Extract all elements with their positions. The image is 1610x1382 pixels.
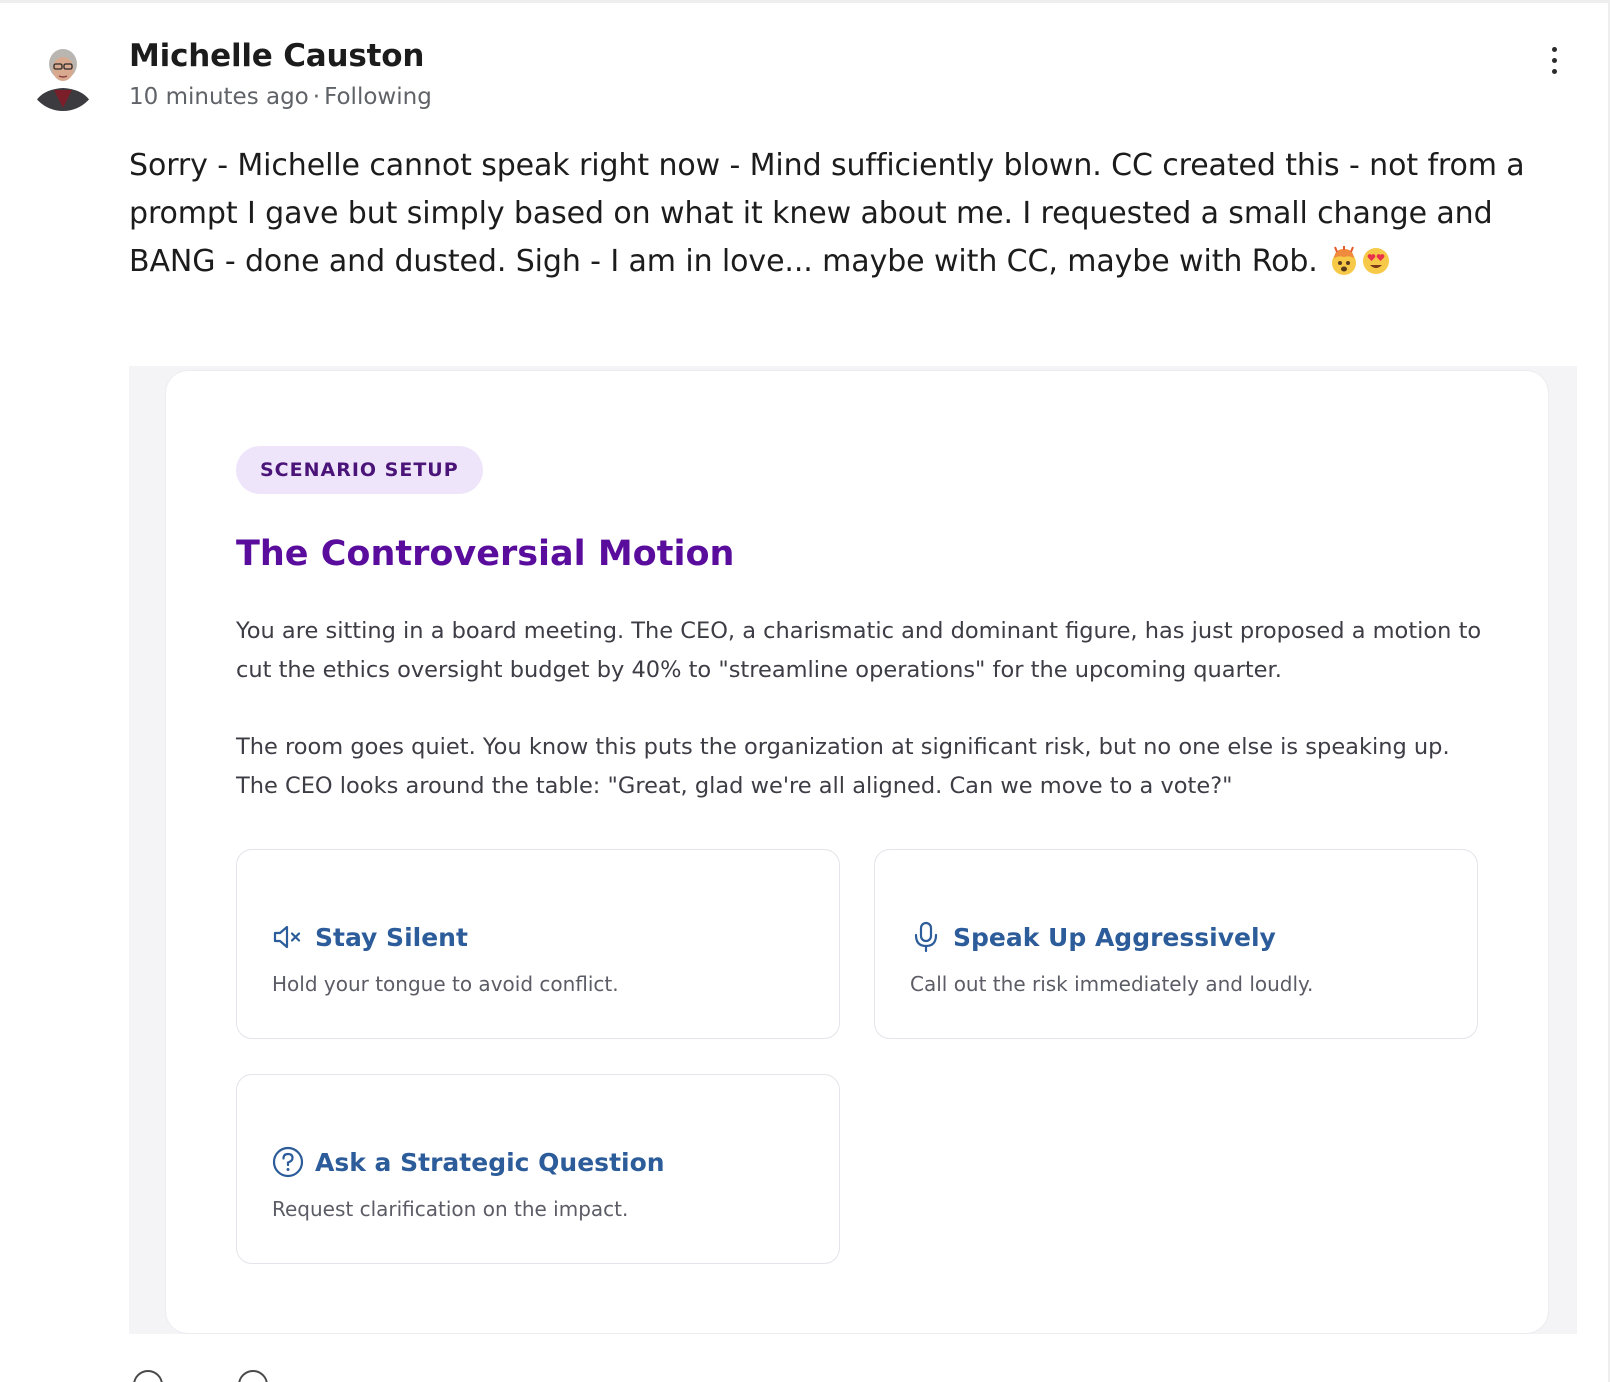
scenario-paragraph-2: The room goes quiet. You know this puts … — [236, 734, 1450, 799]
top-divider — [0, 0, 1610, 3]
meta-separator: · — [312, 84, 321, 110]
post-body-text: Sorry - Michelle cannot speak right now … — [129, 148, 1525, 279]
reply-icon[interactable] — [238, 1370, 268, 1382]
follow-status[interactable]: Following — [324, 84, 432, 110]
option-description: Call out the risk immediately and loudly… — [910, 972, 1314, 996]
option-description: Hold your tongue to avoid conflict. — [272, 972, 619, 996]
avatar[interactable] — [28, 38, 98, 114]
more-options-button[interactable] — [1540, 40, 1568, 80]
embedded-screenshot[interactable]: SCENARIO SETUP The Controversial Motion … — [129, 366, 1577, 1334]
option-label: Ask a Strategic Question — [315, 1147, 665, 1177]
exploding-head-emoji — [1332, 246, 1357, 275]
question-circle-icon — [272, 1146, 304, 1178]
timestamp[interactable]: 10 minutes ago — [129, 84, 309, 110]
scenario-badge: SCENARIO SETUP — [236, 446, 483, 494]
scenario-paragraph-1: You are sitting in a board meeting. The … — [236, 618, 1482, 683]
post-body: Sorry - Michelle cannot speak right now … — [129, 142, 1549, 286]
option-speak-up-aggressively[interactable]: Speak Up Aggressively Call out the risk … — [874, 849, 1478, 1039]
post-meta: 10 minutes ago · Following — [129, 84, 432, 110]
option-label: Stay Silent — [315, 922, 468, 952]
author-name[interactable]: Michelle Causton — [129, 38, 424, 74]
option-description: Request clarification on the impact. — [272, 1197, 629, 1221]
option-ask-strategic-question[interactable]: Ask a Strategic Question Request clarifi… — [236, 1074, 840, 1264]
microphone-icon — [914, 921, 938, 953]
option-stay-silent[interactable]: Stay Silent Hold your tongue to avoid co… — [236, 849, 840, 1039]
volume-mute-icon — [273, 925, 301, 949]
scenario-card: SCENARIO SETUP The Controversial Motion … — [166, 371, 1548, 1333]
like-icon[interactable] — [133, 1370, 163, 1382]
heart-eyes-emoji — [1363, 248, 1390, 274]
option-label: Speak Up Aggressively — [953, 922, 1276, 952]
more-vertical-icon — [1551, 46, 1557, 52]
post-page: Michelle Causton 10 minutes ago · Followin… — [0, 0, 1610, 1382]
scenario-title: The Controversial Motion — [236, 534, 735, 574]
